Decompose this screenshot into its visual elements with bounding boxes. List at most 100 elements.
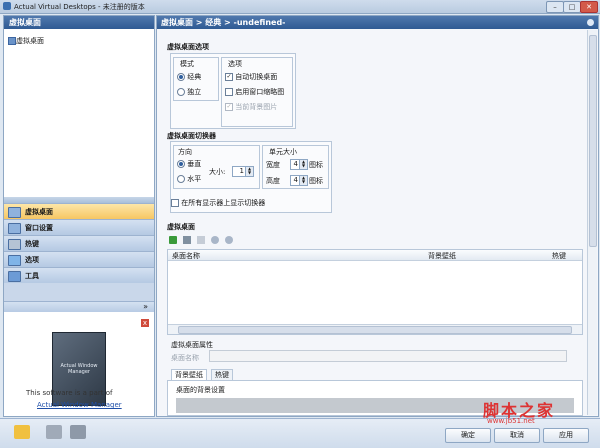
bg-image-checkbox[interactable]: ✓ 当前背景图片 [225, 102, 277, 112]
table-header: 桌面名称 背景壁纸 热键 [168, 250, 582, 261]
nav-label: 虚拟桌面 [25, 208, 53, 216]
help-icon[interactable] [587, 19, 594, 26]
window-thumbs-checkbox[interactable]: 启用窗口缩略图 [225, 87, 284, 97]
vertical-radio[interactable]: 垂直 [177, 159, 201, 169]
tree-item-virtual-desktop[interactable]: 虚拟桌面 [16, 36, 44, 46]
stepper-value: 4 [293, 176, 298, 184]
promo-link[interactable]: Actual Window Manager [37, 401, 122, 409]
breadcrumb: 虚拟桌面 > 经典 > -undefined- [161, 18, 286, 27]
horizontal-scrollbar[interactable] [168, 324, 582, 334]
mode-independent-radio[interactable]: 独立 [177, 87, 201, 97]
spin-arrows-icon[interactable]: ▲ ▼ [299, 176, 307, 185]
radio-label: 垂直 [187, 160, 202, 168]
width-stepper[interactable]: 4 ▲ ▼ [290, 159, 308, 170]
tab-hotkey[interactable]: 热键 [211, 369, 233, 380]
col-hotkey[interactable]: 热键 [552, 251, 566, 261]
radio [177, 88, 185, 96]
desktops-toolbar [169, 236, 239, 245]
vertical-scrollbar[interactable] [587, 30, 597, 415]
radio-selected [177, 160, 185, 168]
apply-button[interactable]: 应用 [543, 428, 589, 443]
checkbox-label: 在所有显示器上显示切换器 [181, 199, 266, 207]
horizontal-radio[interactable]: 水平 [177, 174, 201, 184]
save-icon[interactable] [70, 425, 86, 439]
cancel-button[interactable]: 取消 [494, 428, 540, 443]
name-label: 桌面名称 [171, 354, 199, 362]
radio-label: 水平 [187, 175, 202, 183]
left-pane-title: 虚拟桌面 [9, 18, 41, 27]
move-up-icon[interactable] [211, 236, 219, 244]
col-background[interactable]: 背景壁纸 [428, 251, 456, 261]
nav-label: 窗口设置 [25, 224, 53, 232]
nav-window-settings[interactable]: 窗口设置 [4, 219, 154, 235]
checkbox [171, 199, 179, 207]
spin-arrows-icon[interactable]: ▲ ▼ [299, 160, 307, 169]
window-icon [8, 223, 21, 234]
height-stepper[interactable]: 4 ▲ ▼ [290, 175, 308, 186]
help-notes-icon[interactable] [14, 425, 30, 439]
nav-label: 选项 [25, 256, 39, 264]
options-icon [8, 255, 21, 266]
close-button[interactable]: ✕ [580, 1, 598, 13]
spin-arrows-icon[interactable]: ▲ ▼ [245, 167, 253, 176]
checkbox-disabled: ✓ [225, 103, 233, 111]
col-name[interactable]: 桌面名称 [172, 251, 200, 261]
load-icon[interactable] [46, 425, 62, 439]
radio [177, 175, 185, 183]
mode-title: 模式 [180, 60, 194, 68]
desktop-icon [8, 207, 21, 218]
radio-label: 独立 [187, 88, 202, 96]
stepper-value: 1 [239, 167, 244, 175]
desktops-section-title: 虚拟桌面 [167, 223, 195, 231]
mode-group: 模式 经典 独立 [173, 57, 219, 101]
width-label: 宽度 [266, 161, 280, 169]
promo-close-icon[interactable]: x [141, 319, 149, 327]
title-bar[interactable]: Actual Virtual Desktops - 未注册的版本 – □ ✕ [0, 0, 600, 14]
options-sub-group: 选项 ✓ 自动切换桌面 启用窗口缩略图 ✓ 当前背景图片 [221, 57, 293, 127]
ok-button[interactable]: 确定 [445, 428, 491, 443]
size-label: 大小: [209, 168, 226, 176]
desktop-name-field[interactable] [209, 350, 567, 362]
minimize-button[interactable]: – [546, 1, 564, 13]
all-monitors-checkbox[interactable]: 在所有显示器上显示切换器 [171, 198, 265, 208]
product-box-text: Actual Window Manager [60, 363, 98, 375]
checkbox-label: 自动切换桌面 [235, 73, 278, 81]
app-icon [3, 2, 11, 10]
nav-label: 工具 [25, 272, 39, 280]
window-title: Actual Virtual Desktops - 未注册的版本 [14, 3, 145, 11]
nav-label: 热键 [25, 240, 39, 248]
tab-background[interactable]: 背景壁纸 [171, 369, 207, 380]
checkbox-checked: ✓ [225, 73, 233, 81]
desktops-table[interactable]: 桌面名称 背景壁纸 热键 [167, 249, 583, 335]
tools-icon [8, 271, 21, 282]
scroll-thumb[interactable] [589, 35, 597, 247]
options-section-title: 虚拟桌面选项 [167, 43, 209, 51]
right-pane-header: 虚拟桌面 > 经典 > -undefined- [157, 16, 598, 29]
switcher-section-title: 虚拟桌面切换器 [167, 132, 216, 140]
auto-switch-checkbox[interactable]: ✓ 自动切换桌面 [225, 72, 277, 82]
move-down-icon[interactable] [225, 236, 233, 244]
nav-hotkeys[interactable]: 热键 [4, 235, 154, 251]
right-pane: 虚拟桌面 > 经典 > -undefined- 虚拟桌面选项 模式 经典 独立 … [156, 15, 599, 417]
watermark-url: www.jb51.net [487, 417, 535, 425]
nav-virtual-desktops[interactable]: 虚拟桌面 [4, 203, 154, 219]
props-title: 虚拟桌面属性 [171, 341, 213, 349]
maximize-button[interactable]: □ [563, 1, 581, 13]
cell-size-title: 单元大小 [269, 148, 297, 156]
direction-title: 方向 [178, 148, 192, 156]
mode-classic-radio[interactable]: 经典 [177, 72, 201, 82]
chevron-more-icon: » [143, 302, 148, 311]
left-pane-header: 虚拟桌面 [4, 16, 154, 29]
opts-title: 选项 [228, 60, 242, 68]
add-icon[interactable] [169, 236, 177, 244]
scroll-thumb[interactable] [178, 326, 572, 334]
edit-icon[interactable] [197, 236, 205, 244]
checkbox-label: 启用窗口缩略图 [235, 88, 285, 96]
size-stepper[interactable]: 1 ▲ ▼ [232, 166, 254, 177]
width-unit: 图标 [309, 161, 323, 169]
nav-options[interactable]: 选项 [4, 251, 154, 267]
checkbox [225, 88, 233, 96]
delete-icon[interactable] [183, 236, 191, 244]
nav-tools[interactable]: 工具 [4, 267, 154, 283]
bg-settings-label: 桌面的背景设置 [176, 386, 225, 394]
